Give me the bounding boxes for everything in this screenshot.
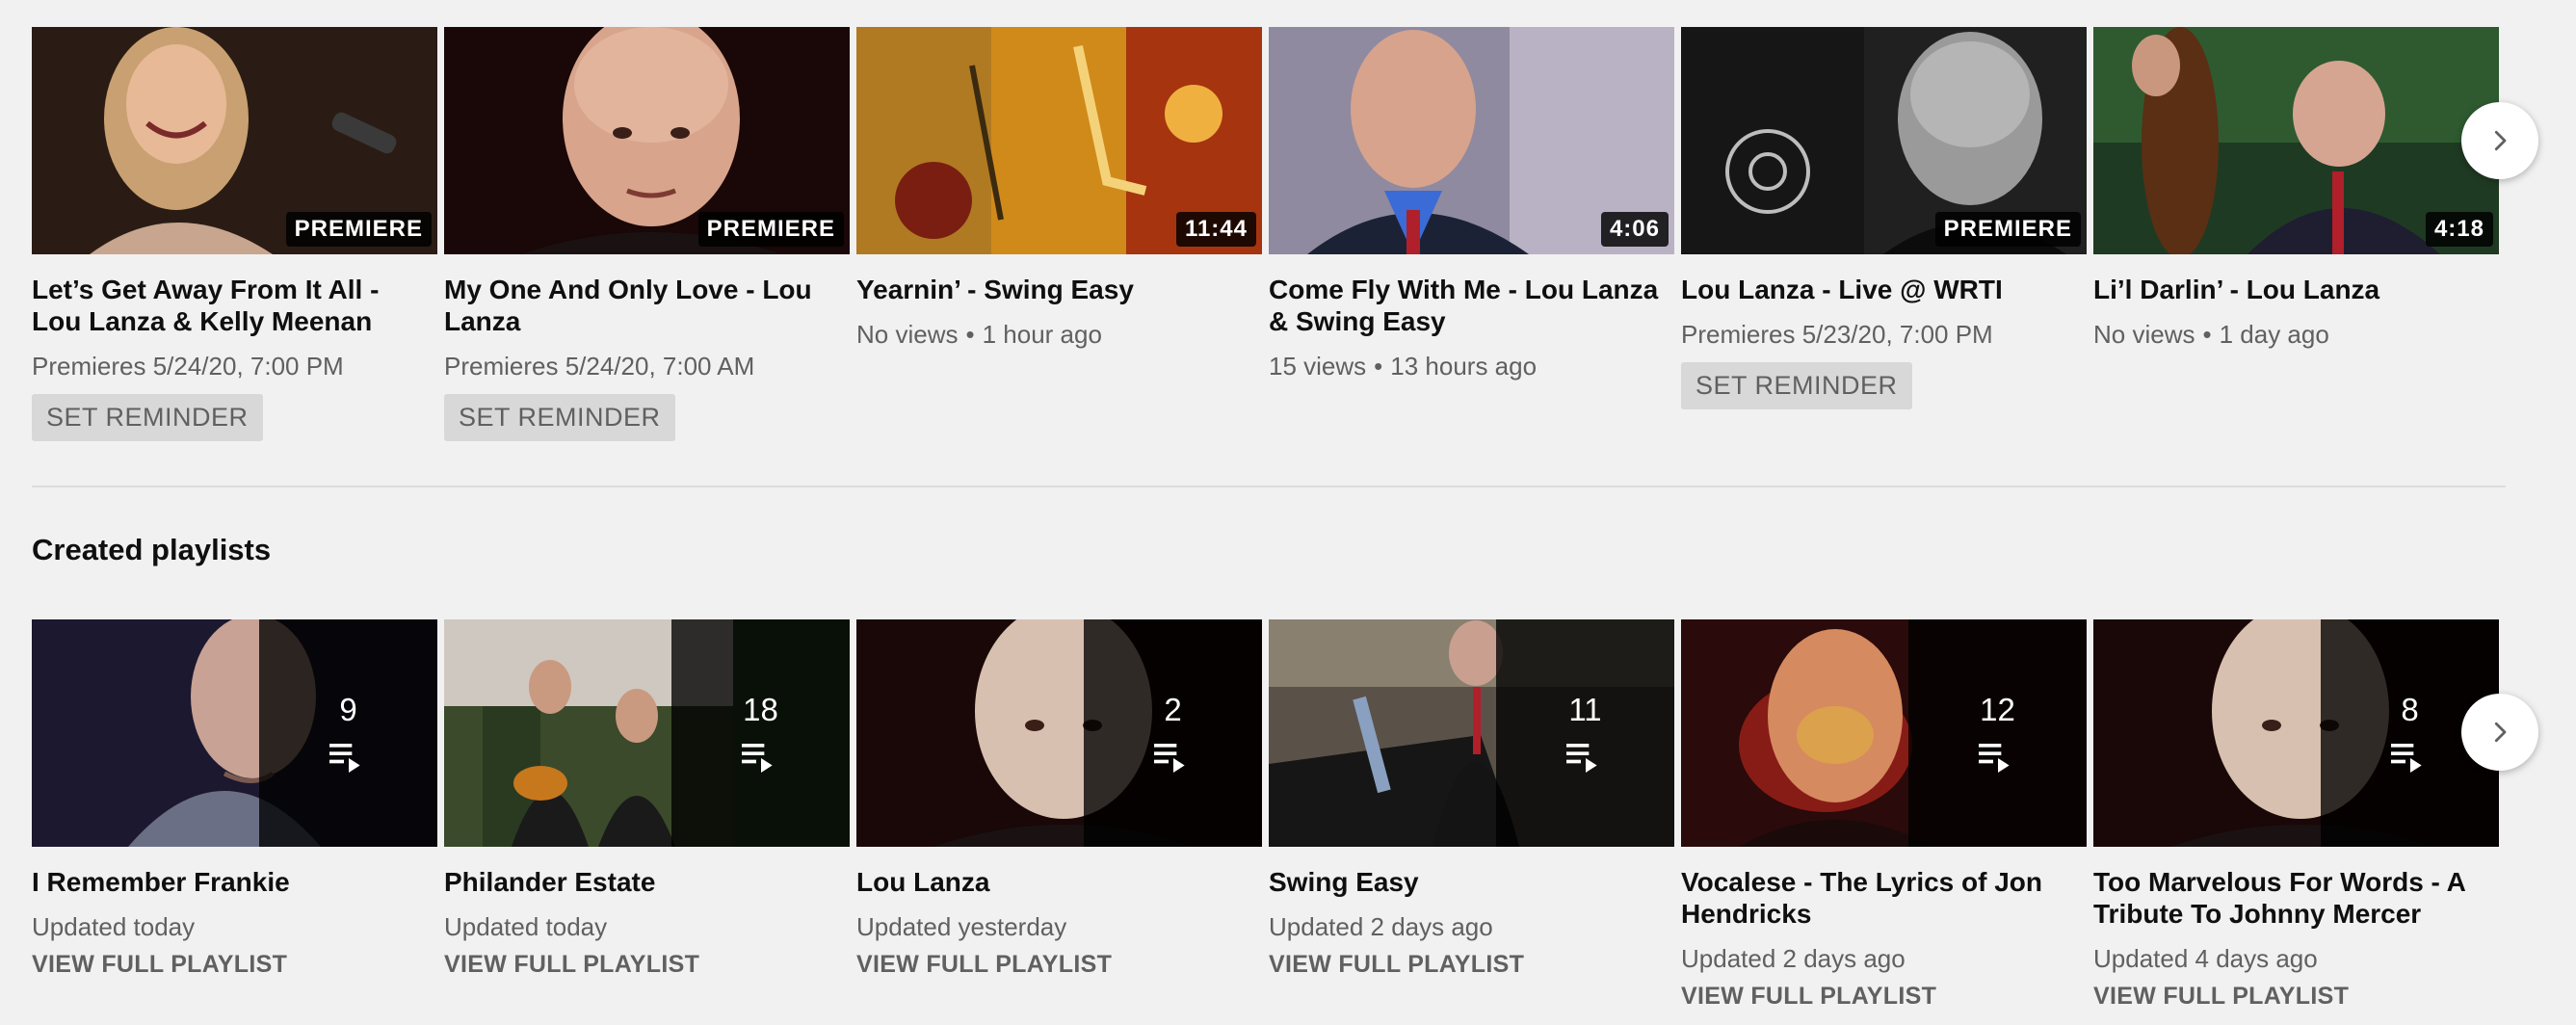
video-thumbnail[interactable]: PREMIERE [32,27,437,254]
chevron-right-icon [2494,130,2507,151]
video-meta: Premieres 5/24/20, 7:00 PM [32,352,344,381]
playlist-title[interactable]: Philander Estate [444,866,850,898]
playlist-title[interactable]: I Remember Frankie [32,866,437,898]
view-full-playlist-link[interactable]: VIEW FULL PLAYLIST [2093,983,2499,1011]
view-count: No views [856,320,959,349]
video-title[interactable]: Let’s Get Away From It All - Lou Lanza &… [32,274,437,337]
playlists-next-button[interactable] [2461,694,2538,771]
duration-badge: 11:44 [1175,212,1256,247]
video-meta: No views • 1 hour ago [856,320,1102,349]
video-title[interactable]: Li’l Darlin’ - Lou Lanza [2093,274,2499,305]
video-card[interactable]: PREMIERE Lou Lanza - Live @ WRTI Premier… [1681,27,2087,441]
view-full-playlist-link[interactable]: VIEW FULL PLAYLIST [1681,983,2087,1011]
playlist-video-count: 8 [2401,692,2419,727]
view-full-playlist-link[interactable]: VIEW FULL PLAYLIST [1269,951,1674,979]
video-meta: No views • 1 day ago [2093,320,2329,349]
set-reminder-button[interactable]: SET REMINDER [1681,362,1912,409]
playlist-thumbnail[interactable]: 11 [1269,619,1674,847]
playlist-card[interactable]: 11 Swing Easy Updated 2 days ago VIEW FU… [1269,619,1674,1011]
video-card[interactable]: 11:44 Yearnin’ - Swing Easy No views • 1 h… [856,27,1262,441]
video-meta: Premieres 5/24/20, 7:00 AM [444,352,755,381]
video-thumbnail[interactable]: PREMIERE [444,27,850,254]
playlist-video-count: 12 [1980,692,2015,727]
uploads-row: PREMIERE Let’s Get Away From It All - Lo… [32,27,2506,441]
playlist-card[interactable]: 8 Too Marvelous For Words - A Tribute To… [2093,619,2499,1011]
video-card[interactable]: 4:06 Come Fly With Me - Lou Lanza & Swin… [1269,27,1674,441]
playlist-thumbnail[interactable]: 18 [444,619,850,847]
playlist-title[interactable]: Vocalese - The Lyrics of Jon Hendricks [1681,866,2087,930]
playlist-updated: Updated 4 days ago [2093,944,2318,973]
playlist-updated: Updated 2 days ago [1681,944,1906,973]
playlist-updated: Updated today [32,912,196,941]
playlist-play-icon [741,744,773,773]
uploads-next-button[interactable] [2461,102,2538,179]
video-card[interactable]: PREMIERE My One And Only Love - Lou Lanz… [444,27,850,441]
video-meta: 15 views • 13 hours ago [1269,352,1538,381]
premiere-badge: PREMIERE [285,212,432,247]
video-thumbnail[interactable]: 4:18 [2093,27,2499,254]
duration-badge: 4:06 [1600,212,1669,247]
playlist-video-count: 11 [1568,692,1602,727]
playlist-overlay: 18 [671,619,850,847]
upload-age: 1 hour ago [982,320,1102,349]
chevron-right-icon [2494,722,2507,743]
upload-age: 13 hours ago [1390,352,1538,381]
view-full-playlist-link[interactable]: VIEW FULL PLAYLIST [856,951,1262,979]
playlist-thumbnail[interactable]: 2 [856,619,1262,847]
premiere-badge: PREMIERE [1934,212,2081,247]
video-thumbnail[interactable]: 4:06 [1269,27,1674,254]
playlist-thumbnail[interactable]: 8 [2093,619,2499,847]
playlist-title[interactable]: Lou Lanza [856,866,1262,898]
playlist-video-count: 18 [743,692,778,727]
video-title[interactable]: Yearnin’ - Swing Easy [856,274,1262,305]
playlist-updated: Updated today [444,912,608,941]
playlist-video-count: 2 [1164,692,1182,727]
video-title[interactable]: My One And Only Love - Lou Lanza [444,274,850,337]
set-reminder-button[interactable]: SET REMINDER [444,394,675,441]
uploads-shelf: PREMIERE Let’s Get Away From It All - Lo… [32,27,2499,451]
video-thumbnail[interactable]: PREMIERE [1681,27,2087,254]
playlist-overlay: 11 [1496,619,1674,847]
playlist-card[interactable]: 18 Philander Estate Updated today VIEW F… [444,619,850,1011]
video-card[interactable]: 4:18 Li’l Darlin’ - Lou Lanza No views • 1… [2093,27,2499,441]
section-divider [32,486,2506,487]
playlists-row: 9 I Remember Frankie Updated today VIEW … [32,619,2506,1011]
playlists-section-title[interactable]: Created playlists [32,533,271,567]
upload-age: 1 day ago [2219,320,2329,349]
playlist-overlay: 12 [1908,619,2087,847]
playlist-title[interactable]: Too Marvelous For Words - A Tribute To J… [2093,866,2499,930]
duration-badge: 4:18 [2425,212,2493,247]
playlist-play-icon [1153,744,1185,773]
playlist-thumbnail[interactable]: 12 [1681,619,2087,847]
playlist-updated: Updated yesterday [856,912,1067,941]
playlist-overlay: 9 [259,619,437,847]
playlists-shelf: 9 I Remember Frankie Updated today VIEW … [32,619,2499,1024]
playlist-title[interactable]: Swing Easy [1269,866,1674,898]
playlist-video-count: 9 [339,692,357,727]
video-title[interactable]: Come Fly With Me - Lou Lanza & Swing Eas… [1269,274,1674,337]
view-full-playlist-link[interactable]: VIEW FULL PLAYLIST [32,951,437,979]
video-card[interactable]: PREMIERE Let’s Get Away From It All - Lo… [32,27,437,441]
playlist-play-icon [1978,744,2010,773]
video-meta: Premieres 5/23/20, 7:00 PM [1681,320,1993,349]
playlist-card[interactable]: 9 I Remember Frankie Updated today VIEW … [32,619,437,1011]
view-count: No views [2093,320,2195,349]
playlist-overlay: 2 [1084,619,1262,847]
playlist-thumbnail[interactable]: 9 [32,619,437,847]
video-thumbnail[interactable]: 11:44 [856,27,1262,254]
set-reminder-button[interactable]: SET REMINDER [32,394,263,441]
playlist-play-icon [2390,744,2422,773]
playlist-updated: Updated 2 days ago [1269,912,1493,941]
playlist-play-icon [1565,744,1597,773]
playlist-card[interactable]: 2 Lou Lanza Updated yesterday VIEW FULL … [856,619,1262,1011]
view-count: 15 views [1269,352,1367,381]
view-full-playlist-link[interactable]: VIEW FULL PLAYLIST [444,951,850,979]
premiere-badge: PREMIERE [697,212,844,247]
video-title[interactable]: Lou Lanza - Live @ WRTI [1681,274,2087,305]
playlist-card[interactable]: 12 Vocalese - The Lyrics of Jon Hendrick… [1681,619,2087,1011]
playlist-play-icon [329,744,360,773]
